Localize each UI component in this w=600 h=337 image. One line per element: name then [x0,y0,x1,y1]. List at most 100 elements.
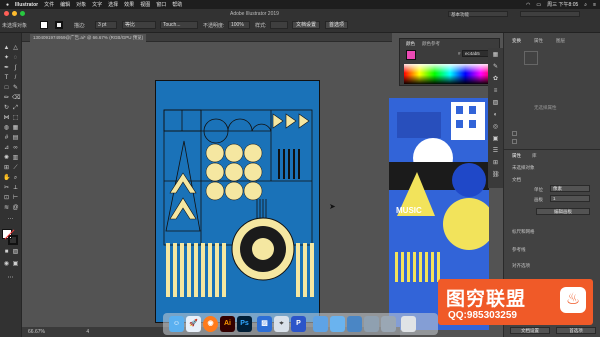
stroke-panel-icon[interactable]: ≡ [492,88,499,95]
illustrator-icon[interactable]: Ai [220,316,235,332]
apple-icon[interactable]: ● [6,2,9,8]
color-mode-icon[interactable]: ■ [3,249,10,256]
stroke-weight-field[interactable]: 3 pt [95,21,117,29]
lasso-tool-icon[interactable]: ◌ [12,55,19,62]
mesh-tool-icon[interactable]: # [3,135,10,142]
magic-wand-tool-icon[interactable]: ✦ [3,55,10,62]
tab-color-guide[interactable]: 颜色参考 [422,41,440,47]
videos-icon[interactable] [381,316,396,332]
menu-view[interactable]: 视图 [140,1,150,8]
blend-tool-icon[interactable]: ∞ [12,145,19,152]
document-tab[interactable]: 1304091974959@广告.ai* @ 66.67% (RGB/GPU 预… [30,34,147,42]
pixelmator-icon[interactable]: P [291,316,306,332]
pen-tool-icon[interactable]: ✒ [3,65,10,72]
zoom-window-button[interactable] [20,11,25,16]
edit-toolbar-icon[interactable]: ⋯ [7,275,14,282]
opacity-field[interactable]: 100% [228,21,250,29]
firefox-icon[interactable]: ◉ [203,316,218,332]
tab-color[interactable]: 颜色 [406,41,415,47]
photoshop-icon[interactable]: Ps [237,316,252,332]
tab-transform[interactable]: 变换 [512,38,521,44]
battery-icon[interactable]: ▭ [536,2,541,8]
brushes-icon[interactable]: ✎ [492,64,499,71]
tab-properties[interactable]: 属性 [512,153,521,159]
edit-artboard-button[interactable]: 编辑画板 [536,208,590,215]
menu-object[interactable]: 对象 [76,1,86,8]
slice-tool-icon[interactable]: ⟋ [12,165,19,172]
graphic-styles-icon[interactable]: ▣ [492,136,499,143]
draw-mode-icon[interactable]: ◉ [3,261,10,268]
close-window-button[interactable] [4,11,9,16]
brush-select[interactable]: Touch... [160,21,198,29]
eyedropper-tool-icon[interactable]: ⊿ [3,145,10,152]
perspective-grid-tool-icon[interactable]: ▦ [12,125,19,132]
measure-tool-icon[interactable]: ⊢ [12,195,19,202]
menu-effect[interactable]: 效果 [124,1,134,8]
artboards-icon[interactable]: ⊞ [492,160,499,167]
shape-builder-tool-icon[interactable]: ◍ [3,125,10,132]
scale-tool-icon[interactable]: ⤢ [12,105,19,112]
stroke-swatch[interactable] [55,21,63,29]
style-select[interactable] [270,21,288,29]
prefs-panel-button[interactable]: 首选项 [556,327,596,334]
color-spectrum[interactable] [404,64,496,84]
fill-swatch[interactable] [40,21,48,29]
current-color-swatch[interactable] [406,50,416,60]
preview-icon[interactable]: ▨ [257,316,272,332]
links-icon[interactable]: ⛓ [492,172,500,179]
stroke-label[interactable]: 描边: [74,22,85,29]
doc-setup-panel-button[interactable]: 文档设置 [510,327,550,334]
screenshot-icon[interactable]: ⌖ [274,316,289,332]
curvature-tool-icon[interactable]: ∫ [12,65,19,72]
layers-icon[interactable]: ☰ [492,148,499,155]
list-icon[interactable]: ≡ [593,2,596,8]
folder-icon[interactable] [313,316,328,332]
tab-pathfinder[interactable]: 图层 [556,38,565,44]
menu-help[interactable]: 帮助 [172,1,182,8]
menu-select[interactable]: 选择 [108,1,118,8]
pencil-tool-icon[interactable]: ✏ [3,95,10,102]
menu-type[interactable]: 文字 [92,1,102,8]
launchpad-icon[interactable]: 🚀 [186,316,201,332]
checkbox-1[interactable] [512,131,517,136]
scissors-tool-icon[interactable]: ✂ [3,185,10,192]
twirl-tool-icon[interactable]: @ [12,205,19,212]
workspace-switcher[interactable]: 基本功能 [448,11,508,17]
photos-icon[interactable] [364,316,379,332]
print-tiling-tool-icon[interactable]: ⊡ [3,195,10,202]
trash-icon[interactable] [401,316,416,332]
page-number[interactable]: 4 [86,329,89,335]
gradient-mode-icon[interactable]: ▨ [12,249,19,256]
documents-icon[interactable] [347,316,362,332]
hand-tool-icon[interactable]: ✋ [3,175,10,182]
menu-edit[interactable]: 编辑 [60,1,70,8]
swatches-icon[interactable]: ▦ [492,52,499,59]
units-select[interactable]: 像素 [550,185,590,192]
tab-align[interactable]: 属性 [534,38,543,44]
gradient-panel-icon[interactable]: ▨ [492,100,499,107]
symbol-sprayer-tool-icon[interactable]: ✺ [3,155,10,162]
finder-icon[interactable]: ☺ [169,316,184,332]
paintbrush-tool-icon[interactable]: ✎ [12,85,19,92]
help-search-input[interactable] [520,11,580,17]
rectangle-tool-icon[interactable]: □ [3,85,10,92]
zoom-level[interactable]: 66.67% [28,329,45,335]
stroke-profile-select[interactable]: 等比 [122,21,156,29]
direct-selection-tool-icon[interactable]: △ [12,45,19,52]
menu-window[interactable]: 窗口 [156,1,166,8]
wifi-icon[interactable]: ◠ [526,2,530,8]
line-tool-icon[interactable]: / [12,75,19,82]
width-tool-icon[interactable]: ⋈ [3,115,10,122]
free-transform-tool-icon[interactable]: ⬚ [12,115,19,122]
more-tools-icon[interactable]: … [7,215,14,222]
transparency-icon[interactable]: ◐ [492,112,499,119]
checkbox-2[interactable] [512,139,517,144]
app-menu[interactable]: Illustrator [15,2,38,8]
minimize-window-button[interactable] [12,11,17,16]
artboard-select[interactable]: 1 [550,195,590,202]
tab-libraries[interactable]: 库 [532,153,537,159]
document-setup-button[interactable]: 文档设置 [292,21,321,29]
screen-mode-icon[interactable]: ▣ [12,261,19,268]
search-icon[interactable]: ⌕ [584,2,587,8]
zoom-tool-icon[interactable]: ⌕ [12,175,19,182]
